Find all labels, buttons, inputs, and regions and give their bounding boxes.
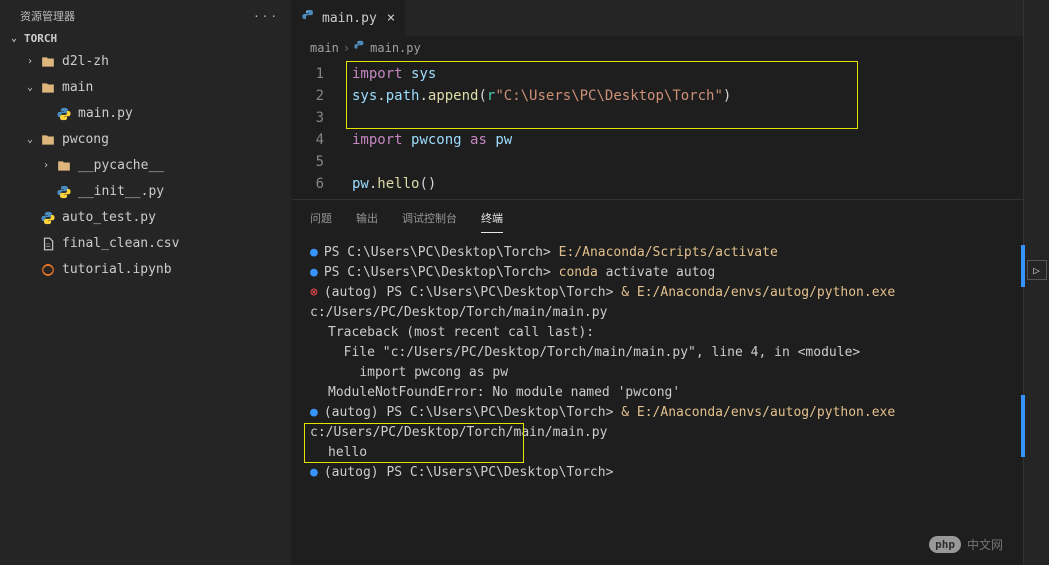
terminal-line: ModuleNotFoundError: No module named 'pw… <box>310 383 1005 403</box>
chevron-right-icon: › <box>40 155 52 177</box>
terminal-output[interactable]: PS C:\Users\PC\Desktop\Torch> E:/Anacond… <box>292 233 1023 493</box>
terminal-line: hello <box>310 443 1005 463</box>
tree-item-label: auto_test.py <box>62 207 156 229</box>
tree-folder[interactable]: › d2l-zh <box>0 49 291 75</box>
tree-item-label: __init__.py <box>78 181 164 203</box>
folder-icon <box>40 132 56 148</box>
project-name: TORCH <box>24 32 57 45</box>
code-editor[interactable]: 123456 import syssys.path.append(r"C:\Us… <box>292 59 1023 199</box>
watermark-text: 中文网 <box>967 536 1003 553</box>
tree-item-label: __pycache__ <box>78 155 164 177</box>
tree-file[interactable]: final_clean.csv <box>0 231 291 257</box>
python-icon <box>56 106 72 122</box>
tab-label: main.py <box>322 11 377 26</box>
folder-icon <box>40 80 56 96</box>
code-line[interactable] <box>352 151 1023 173</box>
terminal-line: (autog) PS C:\Users\PC\Desktop\Torch> & … <box>310 403 1005 443</box>
breadcrumb-seg[interactable]: main <box>310 41 339 55</box>
more-actions-icon[interactable]: ··· <box>253 10 279 23</box>
line-number: 6 <box>292 173 324 195</box>
tree-item-label: d2l-zh <box>62 51 109 73</box>
close-icon[interactable]: × <box>387 10 395 26</box>
breadcrumb[interactable]: main › main.py <box>292 36 1023 59</box>
tab-main-py[interactable]: main.py × <box>292 0 406 36</box>
project-root[interactable]: ⌄ TORCH <box>0 28 291 49</box>
code-line[interactable]: import sys <box>352 63 1023 85</box>
tree-item-label: tutorial.ipynb <box>62 259 172 281</box>
bottom-panel: 问题 输出 调试控制台 终端 PS C:\Users\PC\Desktop\To… <box>292 199 1023 565</box>
python-icon <box>56 184 72 200</box>
line-number: 3 <box>292 107 324 129</box>
tab-terminal[interactable]: 终端 <box>481 206 503 233</box>
tree-folder[interactable]: ⌄ main <box>0 75 291 101</box>
tree-item-label: final_clean.csv <box>62 233 179 255</box>
terminal-line: PS C:\Users\PC\Desktop\Torch> E:/Anacond… <box>310 243 1005 263</box>
code-line[interactable]: pw.hello() <box>352 173 1023 195</box>
panel-tabs: 问题 输出 调试控制台 终端 <box>292 200 1023 233</box>
tree-file[interactable]: main.py <box>0 101 291 127</box>
tree-file[interactable]: auto_test.py <box>0 205 291 231</box>
python-icon <box>354 40 366 55</box>
chevron-down-icon: ⌄ <box>24 129 36 151</box>
line-number: 4 <box>292 129 324 151</box>
breadcrumb-seg[interactable]: main.py <box>370 41 421 55</box>
terminal-run-icon[interactable]: ▷ <box>1027 260 1047 280</box>
code-line[interactable]: sys.path.append(r"C:\Users\PC\Desktop\To… <box>352 85 1023 107</box>
terminal-line: (autog) PS C:\Users\PC\Desktop\Torch> <box>310 463 1005 483</box>
terminal-line: Traceback (most recent call last): <box>310 323 1005 343</box>
tree-file[interactable]: tutorial.ipynb <box>0 257 291 283</box>
scroll-marker <box>1021 245 1025 287</box>
code-line[interactable] <box>352 107 1023 129</box>
tab-output[interactable]: 输出 <box>356 206 378 233</box>
terminal-line: import pwcong as pw <box>310 363 1005 383</box>
terminal-line: File "c:/Users/PC/Desktop/Torch/main/mai… <box>310 343 1005 363</box>
jupyter-icon <box>40 262 56 278</box>
file-icon <box>40 236 56 252</box>
folder-icon <box>56 158 72 174</box>
line-number: 2 <box>292 85 324 107</box>
tree-folder[interactable]: › __pycache__ <box>0 153 291 179</box>
watermark: php 中文网 <box>929 536 1003 553</box>
tab-problems[interactable]: 问题 <box>310 206 332 233</box>
code-line[interactable]: import pwcong as pw <box>352 129 1023 151</box>
python-icon <box>40 210 56 226</box>
watermark-logo: php <box>929 536 961 553</box>
tree-folder[interactable]: ⌄ pwcong <box>0 127 291 153</box>
code-lines[interactable]: import syssys.path.append(r"C:\Users\PC\… <box>352 63 1023 195</box>
line-gutter: 123456 <box>292 63 342 195</box>
tree-item-label: pwcong <box>62 129 109 151</box>
editor-area: main.py × main › main.py 123456 import s… <box>292 0 1023 565</box>
right-toolbar: ▷ <box>1023 0 1049 565</box>
tree-file[interactable]: __init__.py <box>0 179 291 205</box>
file-tree: › d2l-zh ⌄ main main.py ⌄ pwcong › __pycache__ __… <box>0 49 291 283</box>
line-number: 5 <box>292 151 324 173</box>
chevron-right-icon: › <box>343 41 350 55</box>
terminal-line: PS C:\Users\PC\Desktop\Torch> conda acti… <box>310 263 1005 283</box>
tab-bar: main.py × <box>292 0 1023 36</box>
scroll-marker <box>1021 395 1025 457</box>
explorer-sidebar: 资源管理器 ··· ⌄ TORCH › d2l-zh ⌄ main main.py ⌄ pw… <box>0 0 292 565</box>
chevron-down-icon: ⌄ <box>24 77 36 99</box>
line-number: 1 <box>292 63 324 85</box>
explorer-header: 资源管理器 ··· <box>0 0 291 28</box>
tree-item-label: main <box>62 77 93 99</box>
tab-debug-console[interactable]: 调试控制台 <box>402 206 457 233</box>
explorer-title: 资源管理器 <box>20 8 75 24</box>
chevron-right-icon: › <box>24 51 36 73</box>
terminal-line: (autog) PS C:\Users\PC\Desktop\Torch> & … <box>310 283 1005 323</box>
chevron-down-icon: ⌄ <box>8 33 20 44</box>
folder-icon <box>40 54 56 70</box>
python-icon <box>302 9 316 27</box>
tree-item-label: main.py <box>78 103 133 125</box>
